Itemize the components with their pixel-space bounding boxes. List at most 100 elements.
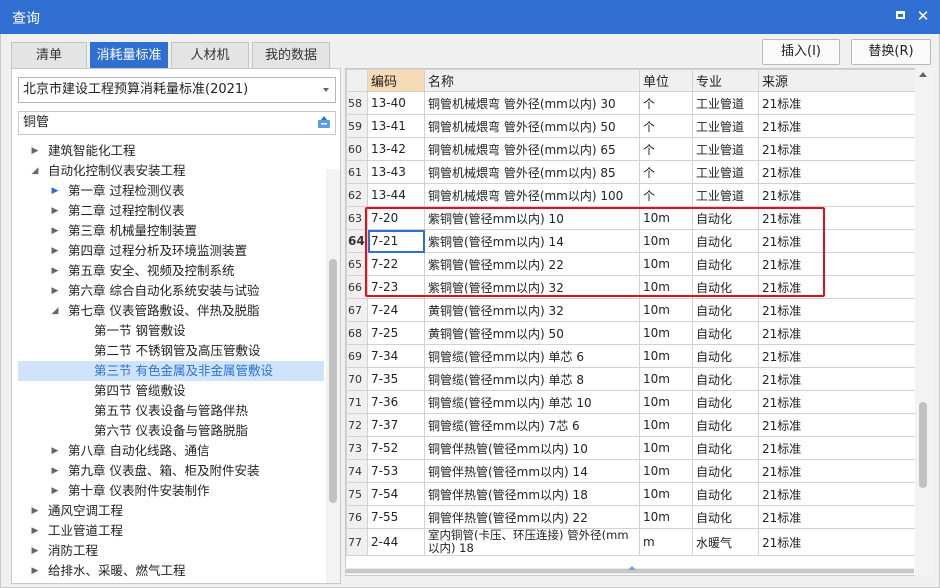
cell-specialty[interactable]: 工业管道	[692, 137, 759, 161]
expand-triangle-icon[interactable]: ▶	[50, 181, 60, 201]
cell-code[interactable]: 13-44	[367, 183, 425, 207]
row-number[interactable]: 62	[346, 183, 368, 207]
tree-item[interactable]: ▶ 第八章 自动化线路、通信	[18, 441, 324, 461]
header-unit[interactable]: 单位	[639, 69, 693, 92]
filter-search-icon[interactable]	[317, 115, 331, 129]
row-number[interactable]: 72	[346, 413, 368, 437]
cell-specialty[interactable]: 自动化	[692, 459, 759, 483]
tree-item[interactable]: ▶ 第二章 过程控制仪表	[18, 201, 324, 221]
cell-name[interactable]: 铜管机械煨弯 管外径(mm以内) 65	[424, 137, 640, 161]
cell-specialty[interactable]: 工业管道	[692, 183, 759, 207]
tree-item[interactable]: ▶ 第九章 仪表盘、箱、柜及附件安装	[18, 461, 324, 481]
tree-item[interactable]: ▶ 消防工程	[18, 541, 324, 561]
splitter-handle-icon[interactable]	[628, 566, 636, 570]
collapse-triangle-icon[interactable]: ◢	[30, 161, 40, 181]
cell-specialty[interactable]: 水暖气	[692, 528, 759, 556]
table-row[interactable]: 67 7-24 黄铜管(管径mm以内) 32 10m 自动化 21标准	[346, 298, 917, 322]
cell-specialty[interactable]: 自动化	[692, 252, 759, 276]
cell-source[interactable]: 21标准	[758, 160, 917, 184]
cell-source[interactable]: 21标准	[758, 482, 917, 506]
cell-source[interactable]: 21标准	[758, 114, 917, 138]
cell-name[interactable]: 铜管机械煨弯 管外径(mm以内) 30	[424, 91, 640, 115]
table-row[interactable]: 77 2-44 室内铜管(卡压、环压连接) 管外径(mm以内) 18 m 水暖气 21标准	[346, 528, 917, 556]
cell-code[interactable]: 7-22	[367, 252, 425, 276]
tree-item[interactable]: ▶ 第三章 机械量控制装置	[18, 221, 324, 241]
cell-name[interactable]: 紫铜管(管径mm以内) 10	[424, 206, 640, 230]
expand-triangle-icon[interactable]: ▶	[30, 141, 40, 161]
tree-item[interactable]: ▶ 第一章 过程检测仪表	[18, 181, 324, 201]
cell-code[interactable]: 7-52	[367, 436, 425, 460]
cell-unit[interactable]: 10m	[639, 367, 693, 391]
table-row[interactable]: 69 7-34 铜管缆(管径mm以内) 单芯 6 10m 自动化 21标准	[346, 344, 917, 368]
cell-name[interactable]: 黄铜管(管径mm以内) 32	[424, 298, 640, 322]
cell-unit[interactable]: 个	[639, 183, 693, 207]
table-row[interactable]: 62 13-44 铜管机械煨弯 管外径(mm以内) 100 个工业管道 21标准	[346, 183, 917, 207]
cell-name[interactable]: 铜管伴热管(管径mm以内) 14	[424, 459, 640, 483]
row-number[interactable]: 66	[346, 275, 368, 299]
cell-source[interactable]: 21标准	[758, 528, 917, 556]
cell-name[interactable]: 黄铜管(管径mm以内) 50	[424, 321, 640, 345]
header-name[interactable]: 名称	[424, 69, 640, 92]
cell-source[interactable]: 21标准	[758, 229, 917, 253]
maximize-icon[interactable]	[892, 8, 908, 24]
cell-unit[interactable]: 10m	[639, 482, 693, 506]
row-number[interactable]: 74	[346, 459, 368, 483]
cell-code[interactable]: 7-21	[367, 229, 425, 253]
expand-triangle-icon[interactable]: ▶	[50, 221, 60, 241]
cell-source[interactable]: 21标准	[758, 206, 917, 230]
cell-code[interactable]: 7-34	[367, 344, 425, 368]
cell-unit[interactable]: 10m	[639, 275, 693, 299]
cell-specialty[interactable]: 自动化	[692, 390, 759, 414]
cell-unit[interactable]: 10m	[639, 390, 693, 414]
cell-unit[interactable]: 10m	[639, 344, 693, 368]
cell-source[interactable]: 21标准	[758, 390, 917, 414]
tree-item[interactable]: 第五节 仪表设备与管路伴热	[18, 401, 324, 421]
row-number[interactable]: 71	[346, 390, 368, 414]
cell-source[interactable]: 21标准	[758, 413, 917, 437]
cell-unit[interactable]: 10m	[639, 436, 693, 460]
header-code[interactable]: 编码	[367, 69, 425, 92]
cell-specialty[interactable]: 工业管道	[692, 114, 759, 138]
tab-labor-material-machine[interactable]: 人材机	[171, 42, 249, 68]
cell-unit[interactable]: 个	[639, 114, 693, 138]
tab-my-data[interactable]: 我的数据	[252, 42, 330, 68]
table-row[interactable]: 71 7-36 铜管缆(管径mm以内) 单芯 10 10m 自动化 21标准	[346, 390, 917, 414]
cell-specialty[interactable]: 自动化	[692, 275, 759, 299]
cell-source[interactable]: 21标准	[758, 344, 917, 368]
cell-specialty[interactable]: 工业管道	[692, 160, 759, 184]
expand-triangle-icon[interactable]: ▶	[50, 241, 60, 261]
tree-item[interactable]: ▶ 第五章 安全、视频及控制系统	[18, 261, 324, 281]
tree-item[interactable]: 第六节 仪表设备与管路脱脂	[18, 421, 324, 441]
cell-unit[interactable]: 10m	[639, 206, 693, 230]
tree-item[interactable]: 第三节 有色金属及非金属管敷设	[18, 361, 324, 381]
cell-code[interactable]: 7-55	[367, 505, 425, 529]
row-number[interactable]: 64	[346, 229, 368, 253]
table-row[interactable]: 74 7-53 铜管伴热管(管径mm以内) 14 10m 自动化 21标准	[346, 459, 917, 483]
cell-name[interactable]: 铜管缆(管径mm以内) 单芯 6	[424, 344, 640, 368]
cell-code[interactable]: 2-44	[367, 528, 425, 556]
cell-source[interactable]: 21标准	[758, 91, 917, 115]
cell-specialty[interactable]: 自动化	[692, 229, 759, 253]
tree-item[interactable]: ▶ 建筑智能化工程	[18, 141, 324, 161]
insert-button[interactable]: 插入(I)	[762, 39, 840, 65]
cell-code[interactable]: 7-54	[367, 482, 425, 506]
table-row[interactable]: 73 7-52 铜管伴热管(管径mm以内) 10 10m 自动化 21标准	[346, 436, 917, 460]
cell-unit[interactable]: 10m	[639, 459, 693, 483]
row-number[interactable]: 60	[346, 137, 368, 161]
cell-unit[interactable]: 10m	[639, 252, 693, 276]
cell-code[interactable]: 13-40	[367, 91, 425, 115]
cell-source[interactable]: 21标准	[758, 459, 917, 483]
tab-bill[interactable]: 清单	[11, 42, 87, 68]
cell-specialty[interactable]: 自动化	[692, 367, 759, 391]
table-row[interactable]: 76 7-55 铜管伴热管(管径mm以内) 22 10m 自动化 21标准	[346, 505, 917, 529]
tree-item[interactable]: ◢ 第七章 仪表管路敷设、伴热及脱脂	[18, 301, 324, 321]
cell-code[interactable]: 7-24	[367, 298, 425, 322]
cell-code[interactable]: 7-37	[367, 413, 425, 437]
row-number[interactable]: 68	[346, 321, 368, 345]
cell-unit[interactable]: 个	[639, 91, 693, 115]
grid-vertical-scrollbar[interactable]	[915, 68, 933, 576]
expand-triangle-icon[interactable]: ▶	[50, 201, 60, 221]
cell-unit[interactable]: 10m	[639, 413, 693, 437]
cell-name[interactable]: 铜管机械煨弯 管外径(mm以内) 50	[424, 114, 640, 138]
cell-specialty[interactable]: 自动化	[692, 482, 759, 506]
